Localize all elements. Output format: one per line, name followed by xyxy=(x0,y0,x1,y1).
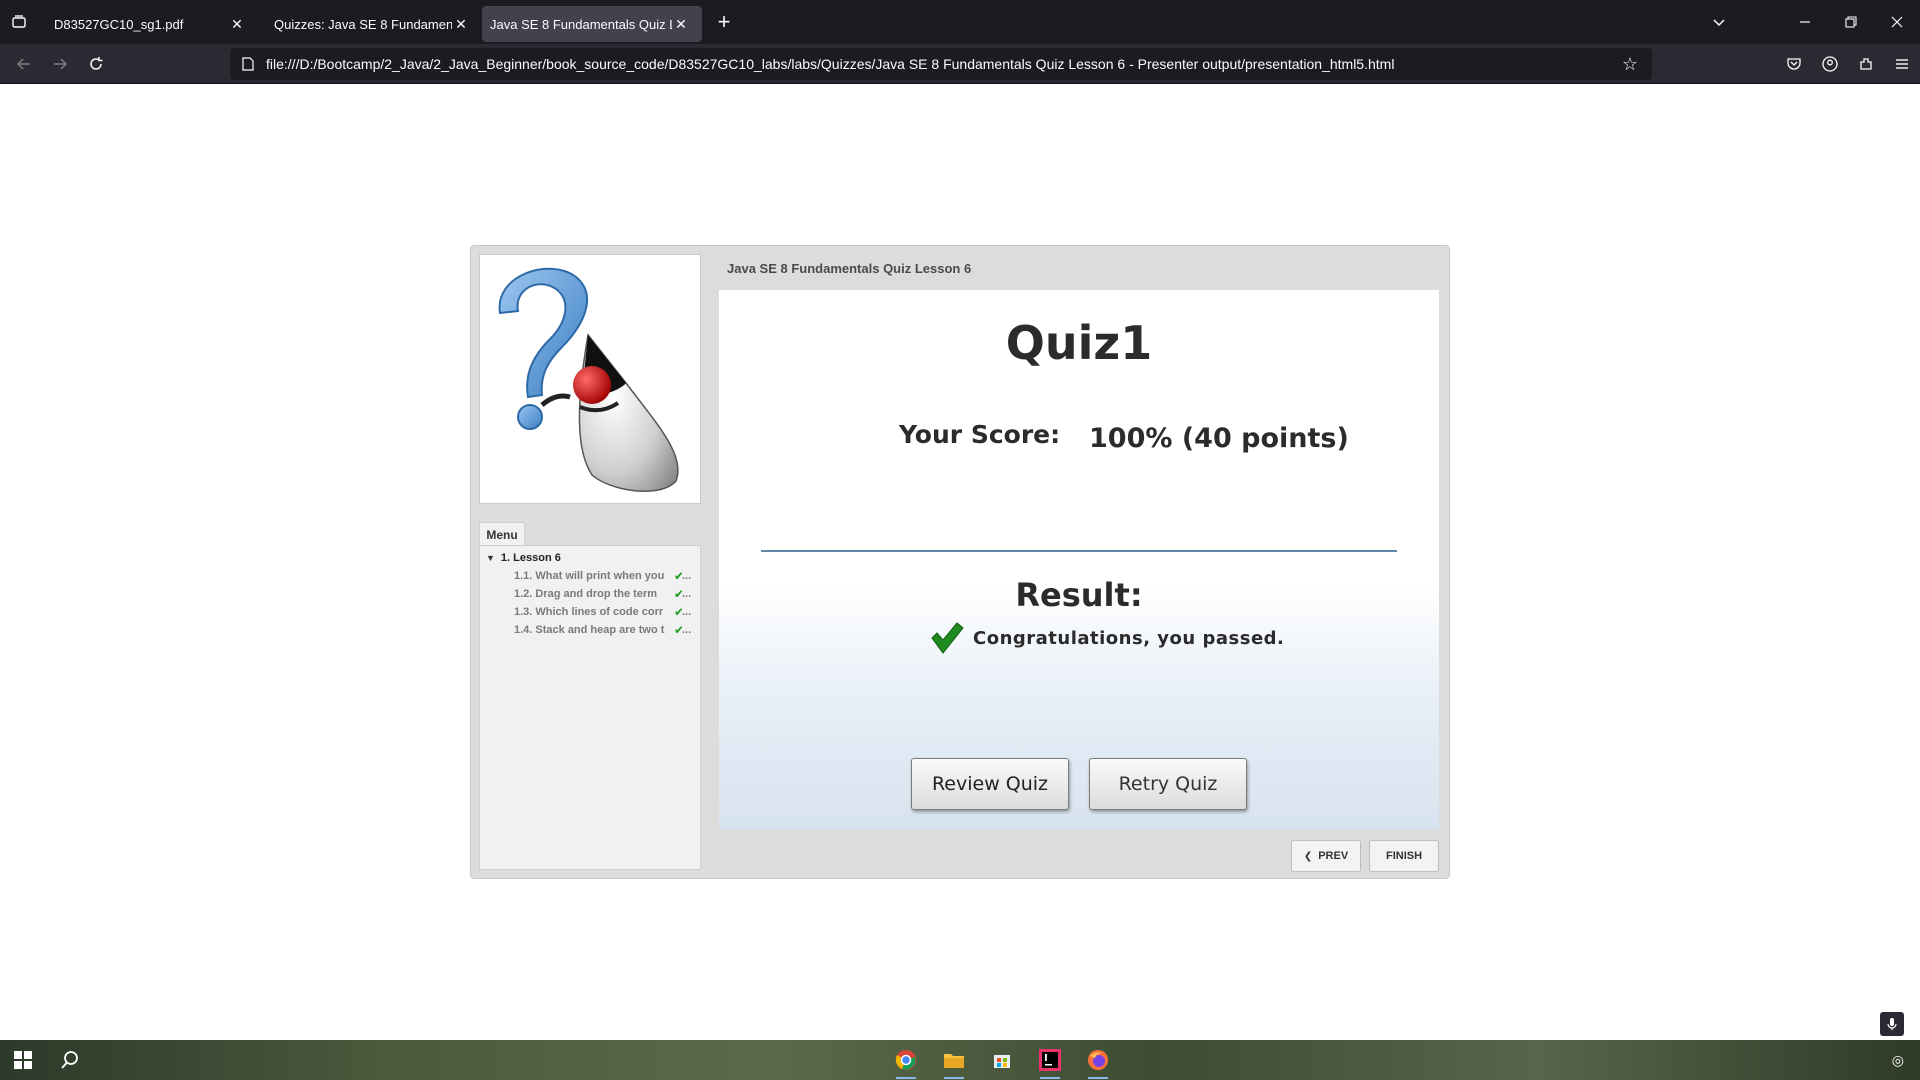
divider xyxy=(761,550,1397,552)
menu-item-question-4[interactable]: 1.4. Stack and heap are two t ✔ ... xyxy=(514,624,694,640)
ellipsis: ... xyxy=(682,570,692,582)
bookmark-star-icon[interactable]: ☆ xyxy=(1618,54,1642,75)
restore-icon[interactable] xyxy=(1828,0,1874,44)
search-icon[interactable] xyxy=(46,1040,94,1080)
finish-button[interactable]: FINISH xyxy=(1369,840,1439,872)
quiz-title: Quiz1 xyxy=(1005,316,1153,370)
browser-tab-active[interactable]: Java SE 8 Fundamentals Quiz Lesson 6 ✕ xyxy=(482,6,702,42)
tab-title: D83527GC10_sg1.pdf xyxy=(54,16,184,32)
browser-toolbar: file:///D:/Bootcamp/2_Java/2_Java_Beginn… xyxy=(0,44,1920,84)
intellij-icon[interactable] xyxy=(1026,1040,1074,1080)
menu-item-label: 1.3. Which lines of code corr xyxy=(514,606,664,618)
file-explorer-icon[interactable] xyxy=(930,1040,978,1080)
duke-question-logo xyxy=(479,254,701,504)
menu-item-label: 1.2. Drag and drop the term xyxy=(514,588,658,600)
ellipsis: ... xyxy=(682,606,692,618)
system-tray: ◎ xyxy=(1892,1040,1904,1080)
result-label: Result: xyxy=(1015,576,1143,614)
result-row: Congratulations, you passed. xyxy=(929,620,1284,656)
chevron-down-icon[interactable] xyxy=(1696,0,1742,44)
tab-title: Java SE 8 Fundamentals Quiz Lesson 6 xyxy=(490,16,672,32)
review-quiz-button[interactable]: Review Quiz xyxy=(911,758,1069,810)
browser-tab[interactable]: D83527GC10_sg1.pdf ✕ xyxy=(38,6,258,42)
extensions-icon[interactable] xyxy=(1848,48,1884,80)
firefox-icon[interactable] xyxy=(1074,1040,1122,1080)
forward-arrow-icon[interactable] xyxy=(42,48,78,80)
slide-area: Java SE 8 Fundamentals Quiz Lesson 6 Qui… xyxy=(711,246,1449,878)
menu-hamburger-icon[interactable] xyxy=(1884,48,1920,80)
tab-list-icon[interactable] xyxy=(0,0,38,44)
running-indicator xyxy=(944,1077,964,1079)
browser-tab-bar: D83527GC10_sg1.pdf ✕ Quizzes: Java SE 8 … xyxy=(0,0,1920,44)
new-tab-icon[interactable]: + xyxy=(706,4,742,40)
score-label: Your Score: xyxy=(899,420,1061,449)
menu-lesson-label: 1. Lesson 6 xyxy=(500,552,561,564)
prev-button[interactable]: ❮ PREV xyxy=(1291,840,1361,872)
account-icon[interactable] xyxy=(1812,48,1848,80)
page-icon xyxy=(240,56,256,72)
windows-taskbar: ◎ xyxy=(0,1040,1920,1080)
windows-start-icon[interactable] xyxy=(0,1040,46,1080)
ellipsis: ... xyxy=(682,624,692,636)
score-value: 100% (40 points) xyxy=(1089,423,1349,454)
url-text[interactable]: file:///D:/Bootcamp/2_Java/2_Java_Beginn… xyxy=(266,56,1618,72)
close-window-icon[interactable] xyxy=(1874,0,1920,44)
menu-tree: ▼ 1. Lesson 6 1.1. What will print when … xyxy=(479,545,701,870)
prev-label: PREV xyxy=(1318,850,1349,862)
player-sidebar: Menu ▼ 1. Lesson 6 1.1. What will print … xyxy=(479,254,701,870)
reload-icon[interactable] xyxy=(78,48,114,80)
player-footer: ❮ PREV FINISH xyxy=(719,830,1441,876)
tab-title: Quizzes: Java SE 8 Fundamentals xyxy=(274,16,452,32)
close-icon[interactable]: ✕ xyxy=(672,15,690,33)
menu-item-label: 1.1. What will print when you xyxy=(514,570,665,582)
menu-item-question-1[interactable]: 1.1. What will print when you ✔ ... xyxy=(514,570,694,586)
browser-tab[interactable]: Quizzes: Java SE 8 Fundamentals ✕ xyxy=(258,6,482,42)
menu-lesson-node[interactable]: ▼ 1. Lesson 6 xyxy=(486,552,561,564)
expand-triangle-icon[interactable]: ▼ xyxy=(486,553,495,563)
back-arrow-icon[interactable] xyxy=(6,48,42,80)
minimize-icon[interactable] xyxy=(1782,0,1828,44)
result-message: Congratulations, you passed. xyxy=(973,627,1285,649)
tab-menu[interactable]: Menu xyxy=(479,522,525,546)
pinned-apps xyxy=(882,1040,1122,1080)
menu-item-label: 1.4. Stack and heap are two t xyxy=(514,624,665,636)
chevron-left-icon: ❮ xyxy=(1303,850,1313,862)
pocket-icon[interactable] xyxy=(1776,48,1812,80)
close-icon[interactable]: ✕ xyxy=(452,15,470,33)
microphone-icon[interactable] xyxy=(1880,1012,1904,1036)
close-icon[interactable]: ✕ xyxy=(228,15,246,33)
slide-title: Java SE 8 Fundamentals Quiz Lesson 6 xyxy=(727,260,972,276)
window-controls xyxy=(1696,0,1920,44)
store-icon[interactable] xyxy=(978,1040,1026,1080)
menu-item-question-3[interactable]: 1.3. Which lines of code corr ✔ ... xyxy=(514,606,694,622)
running-indicator xyxy=(1088,1077,1108,1079)
retry-quiz-button[interactable]: Retry Quiz xyxy=(1089,758,1247,810)
ellipsis: ... xyxy=(682,588,692,600)
chrome-icon[interactable] xyxy=(882,1040,930,1080)
passed-check-icon xyxy=(931,622,964,654)
quiz-result-slide: Quiz1 Your Score: 100% (40 points) Resul… xyxy=(719,290,1439,830)
location-icon[interactable]: ◎ xyxy=(1892,1052,1904,1069)
quiz-player: Menu ▼ 1. Lesson 6 1.1. What will print … xyxy=(470,245,1450,879)
toolbar-actions xyxy=(1776,48,1920,80)
menu-item-question-2[interactable]: 1.2. Drag and drop the term ✔ ... xyxy=(514,588,694,604)
running-indicator xyxy=(1040,1077,1060,1079)
running-indicator xyxy=(896,1077,916,1079)
address-bar[interactable]: file:///D:/Bootcamp/2_Java/2_Java_Beginn… xyxy=(230,48,1652,80)
